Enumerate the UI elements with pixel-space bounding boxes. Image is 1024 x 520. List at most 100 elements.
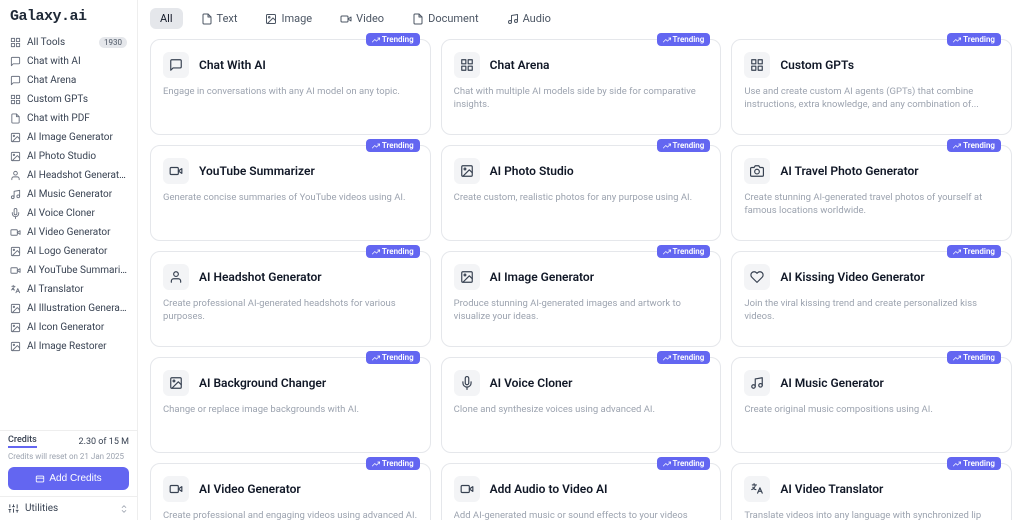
tool-card-chat-arena[interactable]: Trending Chat Arena Chat with multiple A… [441, 39, 722, 135]
music-icon [744, 370, 770, 396]
trending-label: Trending [673, 353, 705, 362]
tool-card-ai-background-changer[interactable]: Trending AI Background Changer Change or… [150, 357, 431, 453]
tool-card-ai-voice-cloner[interactable]: Trending AI Voice Cloner Clone and synth… [441, 357, 722, 453]
sidebar-item-ai-image-generator[interactable]: AI Image Generator [4, 128, 133, 147]
image-icon [454, 264, 480, 290]
sidebar-item-ai-youtube-summarizer[interactable]: AI YouTube Summarizer [4, 261, 133, 280]
card-title: YouTube Summarizer [199, 164, 315, 178]
trending-icon [953, 36, 961, 44]
tool-card-ai-video-translator[interactable]: Trending AI Video Translator Translate v… [731, 463, 1012, 520]
filter-label: Video [356, 12, 384, 25]
sidebar-item-label: Chat with PDF [27, 113, 127, 124]
card-description: Translate videos into any language with … [744, 510, 999, 520]
sidebar-item-ai-logo-generator[interactable]: AI Logo Generator [4, 242, 133, 261]
image-icon [10, 246, 21, 257]
sidebar-item-label: AI Translator [27, 284, 127, 295]
trending-icon [663, 248, 671, 256]
tool-card-ai-photo-studio[interactable]: Trending AI Photo Studio Create custom, … [441, 145, 722, 241]
trending-badge: Trending [366, 33, 420, 46]
trending-icon [372, 36, 380, 44]
tool-grid: Trending Chat With AI Engage in conversa… [150, 39, 1012, 520]
user-icon [163, 264, 189, 290]
tool-card-youtube-summarizer[interactable]: Trending YouTube Summarizer Generate con… [150, 145, 431, 241]
card-title: AI Headshot Generator [199, 270, 322, 284]
trending-label: Trending [382, 141, 414, 150]
filter-audio[interactable]: Audio [497, 8, 561, 29]
trending-icon [372, 460, 380, 468]
tool-card-ai-travel-photo-generator[interactable]: Trending AI Travel Photo Generator Creat… [731, 145, 1012, 241]
card-title: AI Video Translator [780, 482, 883, 496]
translate-icon [744, 476, 770, 502]
sidebar-item-ai-headshot-generator[interactable]: AI Headshot Generator [4, 166, 133, 185]
sidebar-item-ai-photo-studio[interactable]: AI Photo Studio [4, 147, 133, 166]
chevron-updown-icon [119, 504, 129, 514]
translate-icon [10, 284, 21, 295]
filter-tabs: All Text Image Video Document Audio [150, 6, 1012, 39]
video-icon [10, 227, 21, 238]
tool-card-ai-kissing-video-generator[interactable]: Trending AI Kissing Video Generator Join… [731, 251, 1012, 347]
sidebar-item-all-tools[interactable]: All Tools 1930 [4, 33, 133, 52]
trending-label: Trending [673, 35, 705, 44]
image-icon [10, 132, 21, 143]
filter-all[interactable]: All [150, 8, 183, 29]
sidebar-item-ai-image-restorer[interactable]: AI Image Restorer [4, 337, 133, 356]
add-credits-button[interactable]: Add Credits [8, 467, 129, 490]
doc-icon [412, 13, 424, 25]
chat-icon [163, 52, 189, 78]
trending-badge: Trending [657, 33, 711, 46]
brand-logo[interactable]: Galaxy.ai [0, 0, 137, 31]
sidebar-item-label: AI Icon Generator [27, 322, 127, 333]
card-description: Generate concise summaries of YouTube vi… [163, 192, 418, 205]
filter-image[interactable]: Image [255, 8, 322, 29]
grid-icon [10, 37, 21, 48]
tool-card-ai-headshot-generator[interactable]: Trending AI Headshot Generator Create pr… [150, 251, 431, 347]
sidebar-item-label: AI Music Generator [27, 189, 127, 200]
video-icon [163, 476, 189, 502]
sidebar-item-chat-with-ai[interactable]: Chat with AI [4, 52, 133, 71]
trending-icon [953, 354, 961, 362]
sidebar-item-ai-voice-cloner[interactable]: AI Voice Cloner [4, 204, 133, 223]
tool-card-ai-image-generator[interactable]: Trending AI Image Generator Produce stun… [441, 251, 722, 347]
grid-icon [744, 52, 770, 78]
credits-value: 2.30 of 15 M [79, 437, 129, 447]
sidebar-item-ai-translator[interactable]: AI Translator [4, 280, 133, 299]
chat-icon [10, 56, 21, 67]
card-icon [35, 474, 45, 484]
user-icon [10, 170, 21, 181]
filter-document[interactable]: Document [402, 8, 488, 29]
tool-card-ai-video-generator[interactable]: Trending AI Video Generator Create profe… [150, 463, 431, 520]
trending-icon [372, 354, 380, 362]
trending-label: Trending [673, 141, 705, 150]
sidebar-item-chat-with-pdf[interactable]: Chat with PDF [4, 109, 133, 128]
filter-text[interactable]: Text [191, 8, 248, 29]
card-description: Engage in conversations with any AI mode… [163, 86, 418, 99]
card-description: Create custom, realistic photos for any … [454, 192, 709, 205]
tool-card-ai-music-generator[interactable]: Trending AI Music Generator Create origi… [731, 357, 1012, 453]
filter-label: All [160, 12, 173, 25]
sidebar-item-label: Custom GPTs [27, 94, 127, 105]
chat-icon [10, 75, 21, 86]
sidebar-item-ai-video-generator[interactable]: AI Video Generator [4, 223, 133, 242]
sidebar-item-label: Chat with AI [27, 56, 127, 67]
sidebar-item-custom-gpts[interactable]: Custom GPTs [4, 90, 133, 109]
card-title: AI Photo Studio [490, 164, 574, 178]
sidebar-item-label: AI Logo Generator [27, 246, 127, 257]
card-description: Create stunning AI-generated travel phot… [744, 192, 999, 218]
video-icon [10, 265, 21, 276]
card-title: AI Travel Photo Generator [780, 164, 918, 178]
sidebar-item-ai-illustration-generator[interactable]: AI Illustration Generator [4, 299, 133, 318]
tool-card-custom-gpts[interactable]: Trending Custom GPTs Use and create cust… [731, 39, 1012, 135]
tool-card-chat-with-ai[interactable]: Trending Chat With AI Engage in conversa… [150, 39, 431, 135]
utilities-toggle[interactable]: Utilities [0, 496, 137, 520]
sidebar-item-chat-arena[interactable]: Chat Arena [4, 71, 133, 90]
music-icon [10, 189, 21, 200]
sidebar-item-ai-icon-generator[interactable]: AI Icon Generator [4, 318, 133, 337]
card-description: Create professional AI-generated headsho… [163, 298, 418, 324]
sidebar-item-label: AI Voice Cloner [27, 208, 127, 219]
trending-icon [663, 354, 671, 362]
tool-card-add-audio-to-video-ai[interactable]: Trending Add Audio to Video AI Add AI-ge… [441, 463, 722, 520]
filter-video[interactable]: Video [330, 8, 394, 29]
sidebar-item-ai-music-generator[interactable]: AI Music Generator [4, 185, 133, 204]
card-description: Use and create custom AI agents (GPTs) t… [744, 86, 999, 112]
trending-icon [663, 142, 671, 150]
